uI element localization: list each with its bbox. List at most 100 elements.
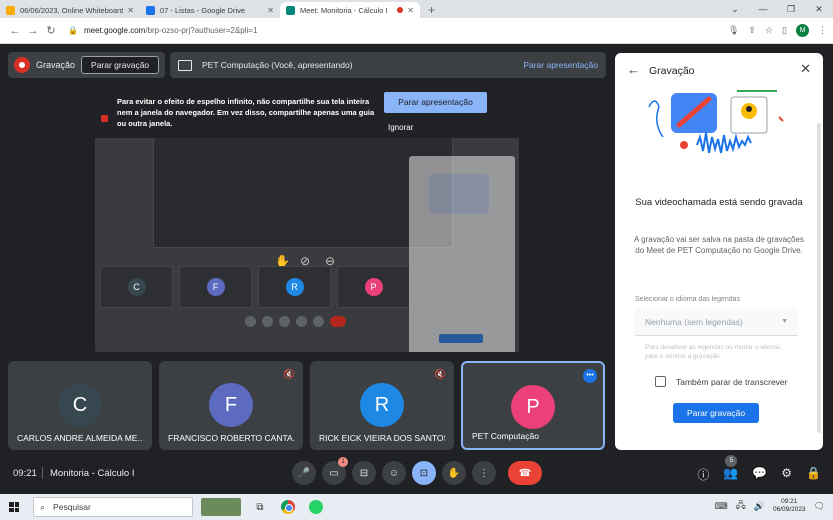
taskbar-search[interactable]: ⌕ Pesquisar — [33, 497, 193, 517]
menu-kebab-icon[interactable]: ⋮ — [818, 25, 827, 36]
close-tab-icon[interactable]: ✕ — [407, 6, 414, 15]
stop-recording-button[interactable]: Parar gravação — [673, 403, 759, 423]
url-host: meet.google.com — [83, 26, 146, 35]
chrome-icon — [281, 500, 295, 514]
tab-search-icon[interactable]: ⌄ — [721, 0, 749, 18]
mirrored-tiles: C F R P — [100, 266, 410, 308]
recording-pill: Gravação Parar gravação — [8, 52, 166, 78]
minimize-icon[interactable]: — — [749, 0, 777, 18]
captions-button[interactable]: ⊟ — [352, 461, 376, 485]
keyboard-icon[interactable]: ⌨ — [715, 501, 728, 512]
participant-tile[interactable]: 🔇 R RICK EICK VIEIRA DOS SANTOS — [310, 361, 454, 450]
transcribe-checkbox-row[interactable]: Também parar de transcrever — [655, 376, 788, 387]
recording-panel: ← Gravação ✕ Sua videochamada está sendo… — [615, 53, 823, 450]
reload-icon[interactable]: ↻ — [42, 24, 60, 37]
close-window-icon[interactable]: ✕ — [805, 0, 833, 18]
mirrored-tile: P — [337, 266, 410, 308]
transcribe-checkbox[interactable] — [655, 376, 666, 387]
raise-hand-button[interactable]: ✋ — [442, 461, 466, 485]
stop-presenting-link[interactable]: Parar apresentação — [523, 60, 598, 70]
browser-tab-bar: 06/06/2023, Online Whiteboard ✕ 07 - Lis… — [0, 0, 833, 18]
taskbar-clock[interactable]: 09:21 06/09/2023 — [773, 498, 806, 514]
language-label: Selecionar o idioma das legendas — [635, 296, 741, 303]
windows-start-icon[interactable] — [9, 502, 19, 512]
panel-scrollbar[interactable] — [817, 123, 821, 433]
avatar: P — [511, 385, 555, 429]
notifications-icon[interactable]: 🗨 — [814, 501, 825, 512]
recording-icon — [14, 57, 30, 73]
browser-tab-drive[interactable]: 07 - Listas - Google Drive ✕ — [140, 2, 280, 18]
more-options-button[interactable]: ⋮ — [472, 461, 496, 485]
browser-tab-meet[interactable]: Meet: Monitoria - Cálculo I ✕ — [280, 2, 420, 18]
mirrored-tile: C — [100, 266, 173, 308]
bookmark-star-icon[interactable]: ☆ — [765, 25, 773, 36]
address-bar-row: ← → ↻ 🔒 meet.google.com /brp-ozso-prj?au… — [0, 18, 833, 44]
mirrored-recording-panel — [409, 156, 515, 352]
chat-icon[interactable]: 💬 — [752, 466, 767, 483]
close-tab-icon[interactable]: ✕ — [127, 6, 134, 15]
tab-title: 06/06/2023, Online Whiteboard — [20, 5, 124, 15]
mirror-warning-banner: Para evitar o efeito de espelho infinito… — [95, 86, 519, 138]
recording-label: Gravação — [36, 60, 76, 70]
restore-icon[interactable]: ❐ — [777, 0, 805, 18]
leave-call-button[interactable]: ☎ — [508, 461, 542, 485]
mirrored-tile: F — [179, 266, 252, 308]
meet-control-bar: 09:21 Monitoria - Cálculo I 🎤 ▭ 1 ⊟ ☺ ⊡ ✋… — [0, 454, 833, 494]
share-icon[interactable]: ⇪ — [748, 25, 756, 36]
network-icon[interactable]: 🖧 — [736, 498, 746, 514]
participant-name: PET Computação — [472, 431, 539, 441]
caption-language-select[interactable]: Nenhuma (sem legendas) ▼ — [635, 308, 798, 336]
camera-button[interactable]: ▭ 1 — [322, 457, 348, 485]
mirrored-tile: R — [258, 266, 331, 308]
back-icon[interactable]: ← — [6, 25, 24, 37]
present-icon: ⊡ — [419, 467, 429, 479]
clock-time: 09:21 — [781, 498, 798, 505]
profile-avatar[interactable]: M — [796, 24, 809, 37]
meeting-details-icon[interactable]: ⓘ — [697, 466, 709, 483]
people-button[interactable]: 👥 5 — [723, 455, 738, 483]
lock-icon[interactable]: 🔒 — [68, 26, 78, 35]
mic-in-use-icon[interactable]: 🎙 — [728, 25, 739, 36]
participant-tile-self[interactable]: ••• P PET Computação — [461, 361, 605, 450]
warning-record-icon — [101, 115, 108, 122]
mirror-warning-text: Para evitar o efeito de espelho infinito… — [117, 97, 375, 128]
search-highlight-image[interactable] — [201, 498, 241, 516]
warning-stop-presenting-button[interactable]: Parar apresentação — [384, 92, 487, 113]
shared-screen-preview: ✋ ⊘ ⊖ C F R P Para evitar o efeito de es… — [95, 86, 519, 352]
emoji-button[interactable]: ☺ — [382, 461, 406, 485]
participant-tile[interactable]: C CARLOS ANDRE ALMEIDA ME... — [8, 361, 152, 450]
back-arrow-icon[interactable]: ← — [627, 62, 640, 77]
activities-icon[interactable]: ⚙ — [781, 466, 792, 483]
more-options-icon: ⋮ — [479, 467, 489, 479]
microphone-icon: 🎤 — [297, 467, 311, 479]
search-placeholder: Pesquisar — [53, 502, 91, 512]
meeting-name: Monitoria - Cálculo I — [50, 468, 135, 479]
chrome-taskbar-button[interactable] — [279, 498, 297, 516]
forward-icon[interactable]: → — [24, 25, 42, 37]
window-controls: ⌄ — ❐ ✕ — [721, 0, 833, 18]
avatar: R — [360, 383, 404, 427]
close-icon[interactable]: ✕ — [800, 61, 811, 77]
system-tray: ⌨ 🖧 🔊 09:21 06/09/2023 🗨 — [715, 498, 825, 514]
participant-name: FRANCISCO ROBERTO CANTA... — [168, 433, 294, 443]
mic-off-icon: 🔇 — [283, 369, 295, 379]
side-panel-icon[interactable]: ▯ — [782, 25, 787, 36]
url-path: /brp-ozso-prj?authuser=2&pli=1 — [145, 26, 258, 35]
stop-recording-top-button[interactable]: Parar gravação — [81, 56, 160, 74]
camera-icon: ▭ — [329, 467, 339, 479]
participant-tile[interactable]: 🔇 F FRANCISCO ROBERTO CANTA... — [159, 361, 303, 450]
whatsapp-taskbar-button[interactable] — [307, 498, 325, 516]
volume-icon[interactable]: 🔊 — [754, 501, 765, 512]
microphone-button[interactable]: 🎤 — [292, 461, 316, 485]
host-controls-icon[interactable]: 🔒 — [806, 466, 821, 483]
tab-title: 07 - Listas - Google Drive — [160, 5, 246, 15]
new-tab-button[interactable]: + — [420, 2, 443, 18]
browser-tab-whiteboard[interactable]: 06/06/2023, Online Whiteboard ✕ — [0, 2, 140, 18]
task-view-icon[interactable]: ⧉ — [251, 498, 269, 516]
url-field[interactable]: 🔒 meet.google.com /brp-ozso-prj?authuser… — [68, 22, 728, 40]
ignore-button[interactable]: Ignorar — [388, 123, 413, 132]
meet-stage: Gravação Parar gravação PET Computação (… — [0, 44, 833, 494]
present-button[interactable]: ⊡ — [412, 461, 436, 485]
close-tab-icon[interactable]: ✕ — [267, 6, 274, 15]
emoji-icon: ☺ — [388, 467, 400, 479]
